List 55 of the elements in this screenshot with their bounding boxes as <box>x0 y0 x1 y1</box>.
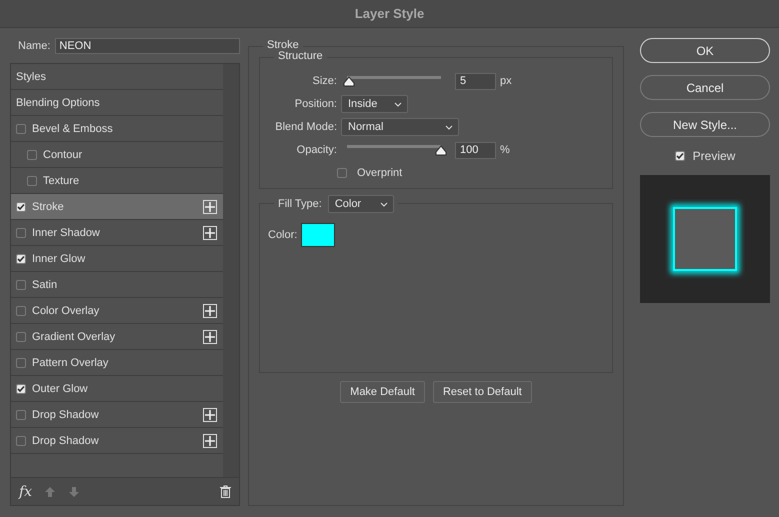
unit-label: px <box>500 75 512 87</box>
fx-button[interactable]: fx <box>19 484 32 500</box>
plus-icon[interactable] <box>203 330 217 344</box>
dialog-button[interactable]: Cancel <box>640 75 770 100</box>
style-list-item[interactable]: Stroke <box>11 194 223 220</box>
slider-thumb[interactable] <box>342 76 355 87</box>
plus-icon[interactable] <box>203 408 217 422</box>
size-label: Size: <box>312 75 337 87</box>
checkbox[interactable] <box>27 176 37 186</box>
checkbox[interactable] <box>16 332 26 342</box>
plus-icon[interactable] <box>203 434 217 448</box>
checkbox[interactable] <box>16 124 26 134</box>
structure-heading: Structure <box>274 50 327 62</box>
blend-mode-dropdown[interactable]: Normal <box>341 118 459 136</box>
chevron-down-icon <box>380 202 388 206</box>
checkbox[interactable] <box>27 150 37 160</box>
checkbox[interactable] <box>674 151 685 161</box>
window-title: Layer Style <box>354 6 424 21</box>
checkbox[interactable] <box>16 306 26 316</box>
default-button[interactable]: Make Default <box>340 381 425 403</box>
checkbox[interactable] <box>337 168 347 178</box>
checkbox[interactable] <box>16 410 26 420</box>
dialog-button[interactable]: OK <box>640 38 770 63</box>
plus-icon[interactable] <box>203 226 217 240</box>
checkbox[interactable] <box>16 202 26 212</box>
plus-icon[interactable] <box>203 304 217 318</box>
name-label: Name: <box>18 40 50 52</box>
unit-label: % <box>500 144 510 156</box>
fill-type-label: Fill Type: <box>278 198 322 210</box>
default-button[interactable]: Reset to Default <box>432 381 532 403</box>
blend-mode-label: Blend Mode: <box>274 121 337 133</box>
position-dropdown[interactable]: Inside <box>341 95 408 113</box>
color-swatch[interactable] <box>301 223 336 247</box>
checkbox[interactable] <box>16 280 26 290</box>
checkbox[interactable] <box>16 436 26 446</box>
checkbox[interactable] <box>16 254 26 264</box>
size-field[interactable]: 5 <box>455 72 496 90</box>
checkbox[interactable] <box>16 228 26 238</box>
trash-icon[interactable] <box>220 485 231 498</box>
plus-icon[interactable] <box>203 200 217 214</box>
opacity-label: Opacity: <box>296 144 337 156</box>
preview-label: Preview <box>692 149 736 163</box>
dialog-button[interactable]: New Style... <box>640 112 770 137</box>
opacity-field[interactable]: 100 <box>455 142 496 158</box>
chevron-down-icon <box>394 102 402 106</box>
chevron-down-icon <box>445 124 453 130</box>
color-label: Color: <box>268 229 298 241</box>
name-field[interactable]: NEON <box>55 38 240 54</box>
fill-type-dropdown[interactable]: Color <box>328 195 394 213</box>
overprint-label: Overprint <box>357 167 402 179</box>
slider-thumb[interactable] <box>435 145 447 156</box>
checkbox[interactable] <box>16 384 26 394</box>
stroke-heading: Stroke <box>263 39 303 51</box>
position-label: Position: <box>294 98 337 110</box>
checkbox[interactable] <box>16 358 26 368</box>
